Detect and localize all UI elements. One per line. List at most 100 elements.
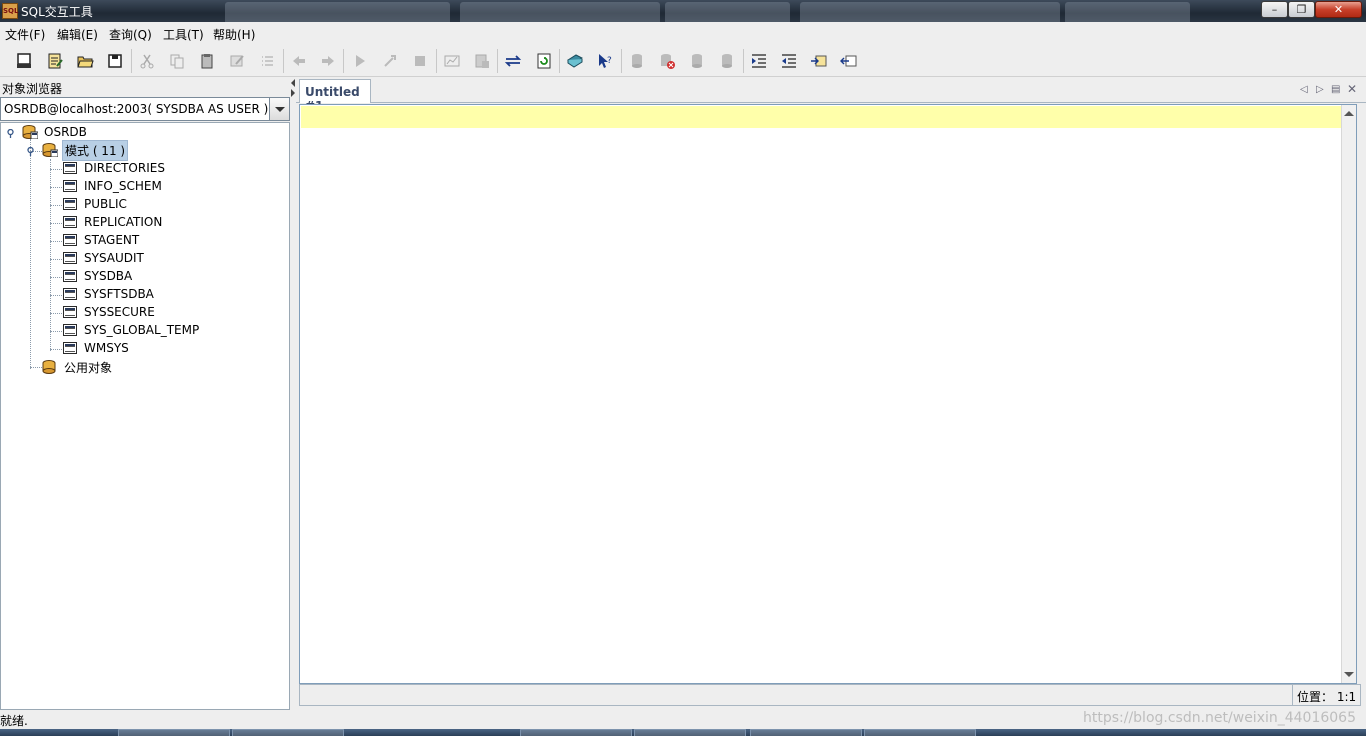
tab-close-icon[interactable]: ✕ <box>1347 82 1357 96</box>
cut-icon <box>140 54 154 69</box>
tree-item-schema[interactable]: REPLICATION <box>63 213 164 231</box>
menu-file[interactable]: 文件(F) <box>5 26 45 43</box>
swap-icon <box>504 55 522 67</box>
explain-button[interactable] <box>442 51 462 71</box>
close-button[interactable]: ✕ <box>1315 1 1362 18</box>
tree-node-schemas[interactable]: 模式 ( 11 ) <box>42 139 129 161</box>
book-button[interactable] <box>565 51 585 71</box>
tab-scroll-left-icon[interactable]: ◁ <box>1300 84 1308 95</box>
tree-node-label: OSRDB <box>44 125 87 139</box>
cut-button[interactable] <box>137 51 157 71</box>
tree-item-schema[interactable]: WMSYS <box>63 339 131 357</box>
format-button[interactable] <box>227 51 247 71</box>
db1-button[interactable] <box>627 51 647 71</box>
tree-connector <box>50 187 62 188</box>
list-button[interactable] <box>257 51 277 71</box>
taskbar-button[interactable] <box>634 729 746 736</box>
tab-scroll-right-icon[interactable]: ▷ <box>1316 84 1324 95</box>
tree-item-label: STAGENT <box>84 233 140 247</box>
tree-item-schema[interactable]: SYS_GLOBAL_TEMP <box>63 321 201 339</box>
forward-icon <box>322 56 334 66</box>
tree-item-label: SYS_GLOBAL_TEMP <box>84 323 200 337</box>
menu-tools[interactable]: 工具(T) <box>163 26 204 43</box>
tree-connector <box>30 367 42 368</box>
taskbar-button[interactable] <box>232 729 344 736</box>
forward-button[interactable] <box>318 51 338 71</box>
db4-button[interactable] <box>717 51 737 71</box>
tree-item-schema[interactable]: SYSFTSDBA <box>63 285 156 303</box>
tree-connector <box>50 349 62 350</box>
help-cursor-button[interactable]: ? <box>595 51 615 71</box>
tree-item-schema[interactable]: SYSSECURE <box>63 303 157 321</box>
db3-button[interactable] <box>687 51 707 71</box>
window-title: SQL交互工具 <box>21 5 93 19</box>
open-folder-button[interactable] <box>75 51 95 71</box>
save-button[interactable] <box>105 51 125 71</box>
title-bar: SQL SQL交互工具 – ❐ ✕ <box>0 0 1366 22</box>
indent-button[interactable] <box>749 51 769 71</box>
menu-edit[interactable]: 编辑(E) <box>57 26 98 43</box>
chevron-down-icon[interactable] <box>269 98 289 120</box>
tree-item-schema[interactable]: SYSDBA <box>63 267 134 285</box>
open-script-icon <box>48 53 63 69</box>
paste-button[interactable] <box>197 51 217 71</box>
tree-node-root[interactable]: OSRDB <box>22 123 89 141</box>
expand-toggle-icon[interactable] <box>6 129 15 138</box>
explain-icon <box>444 55 460 67</box>
menu-query[interactable]: 查询(Q) <box>109 26 152 43</box>
tree-item-schema[interactable]: PUBLIC <box>63 195 129 213</box>
object-tree: OSRDB 模式 ( 11 ) DIRECTORIES INFO_SCHEM P… <box>0 122 290 710</box>
insert-left-button[interactable] <box>839 51 859 71</box>
tree-item-schema[interactable]: INFO_SCHEM <box>63 177 164 195</box>
new-button[interactable] <box>14 51 34 71</box>
tree-connector <box>50 295 62 296</box>
insert-right-button[interactable] <box>809 51 829 71</box>
current-line-highlight <box>301 106 1343 128</box>
restore-button[interactable]: ❐ <box>1288 1 1315 18</box>
tree-item-label: DIRECTORIES <box>84 161 165 175</box>
open-script-button[interactable] <box>45 51 65 71</box>
execute-step-icon <box>384 55 396 67</box>
taskbar-button[interactable] <box>118 729 230 736</box>
toolbar: ? <box>0 45 1366 77</box>
refresh-button[interactable] <box>534 51 554 71</box>
copy-button[interactable] <box>167 51 187 71</box>
schema-icon <box>63 270 77 282</box>
minimize-button[interactable]: – <box>1261 1 1288 18</box>
scroll-up-icon[interactable] <box>1344 111 1354 116</box>
tree-connector <box>50 259 62 260</box>
menu-help[interactable]: 帮助(H) <box>213 26 255 43</box>
swap-button[interactable] <box>503 51 523 71</box>
tree-node-public-objects[interactable]: 公用对象 <box>42 358 114 376</box>
execute-step-button[interactable] <box>380 51 400 71</box>
sql-editor[interactable] <box>299 104 1357 684</box>
editor-scrollbar[interactable] <box>1341 105 1356 683</box>
transaction-button[interactable] <box>472 51 492 71</box>
tab-untitled-1[interactable]: Untitled #1 <box>299 79 371 113</box>
tree-item-schema[interactable]: STAGENT <box>63 231 141 249</box>
tab-list-icon[interactable]: ▤ <box>1331 84 1340 95</box>
cursor-position: 位置： 1:1 <box>1292 685 1360 705</box>
tree-item-schema[interactable]: SYSAUDIT <box>63 249 146 267</box>
editor-tabstrip: Untitled #1 ◁ ▷ ▤ ✕ <box>296 77 1366 113</box>
scroll-down-icon[interactable] <box>1344 672 1354 677</box>
taskbar-button[interactable] <box>864 729 976 736</box>
toolbar-separator <box>283 49 284 73</box>
tree-item-schema[interactable]: DIRECTORIES <box>63 159 167 177</box>
background-window-tab <box>800 2 1060 22</box>
schema-icon <box>63 198 77 210</box>
execute-button[interactable] <box>350 51 370 71</box>
open-folder-icon <box>77 56 94 68</box>
taskbar-button[interactable] <box>750 729 862 736</box>
connection-select[interactable]: OSRDB@localhost:2003( SYSDBA AS USER ) <box>0 97 290 121</box>
watermark-text: https://blog.csdn.net/weixin_44016065 <box>1082 710 1356 726</box>
taskbar-button[interactable] <box>520 729 632 736</box>
collapse-right-icon[interactable] <box>291 89 295 97</box>
schema-icon <box>63 342 77 354</box>
db-delete-button[interactable] <box>657 51 677 71</box>
stop-button[interactable] <box>410 51 430 71</box>
back-button[interactable] <box>289 51 309 71</box>
expand-toggle-icon[interactable] <box>26 147 35 156</box>
collapse-left-icon[interactable] <box>291 79 295 87</box>
outdent-button[interactable] <box>779 51 799 71</box>
